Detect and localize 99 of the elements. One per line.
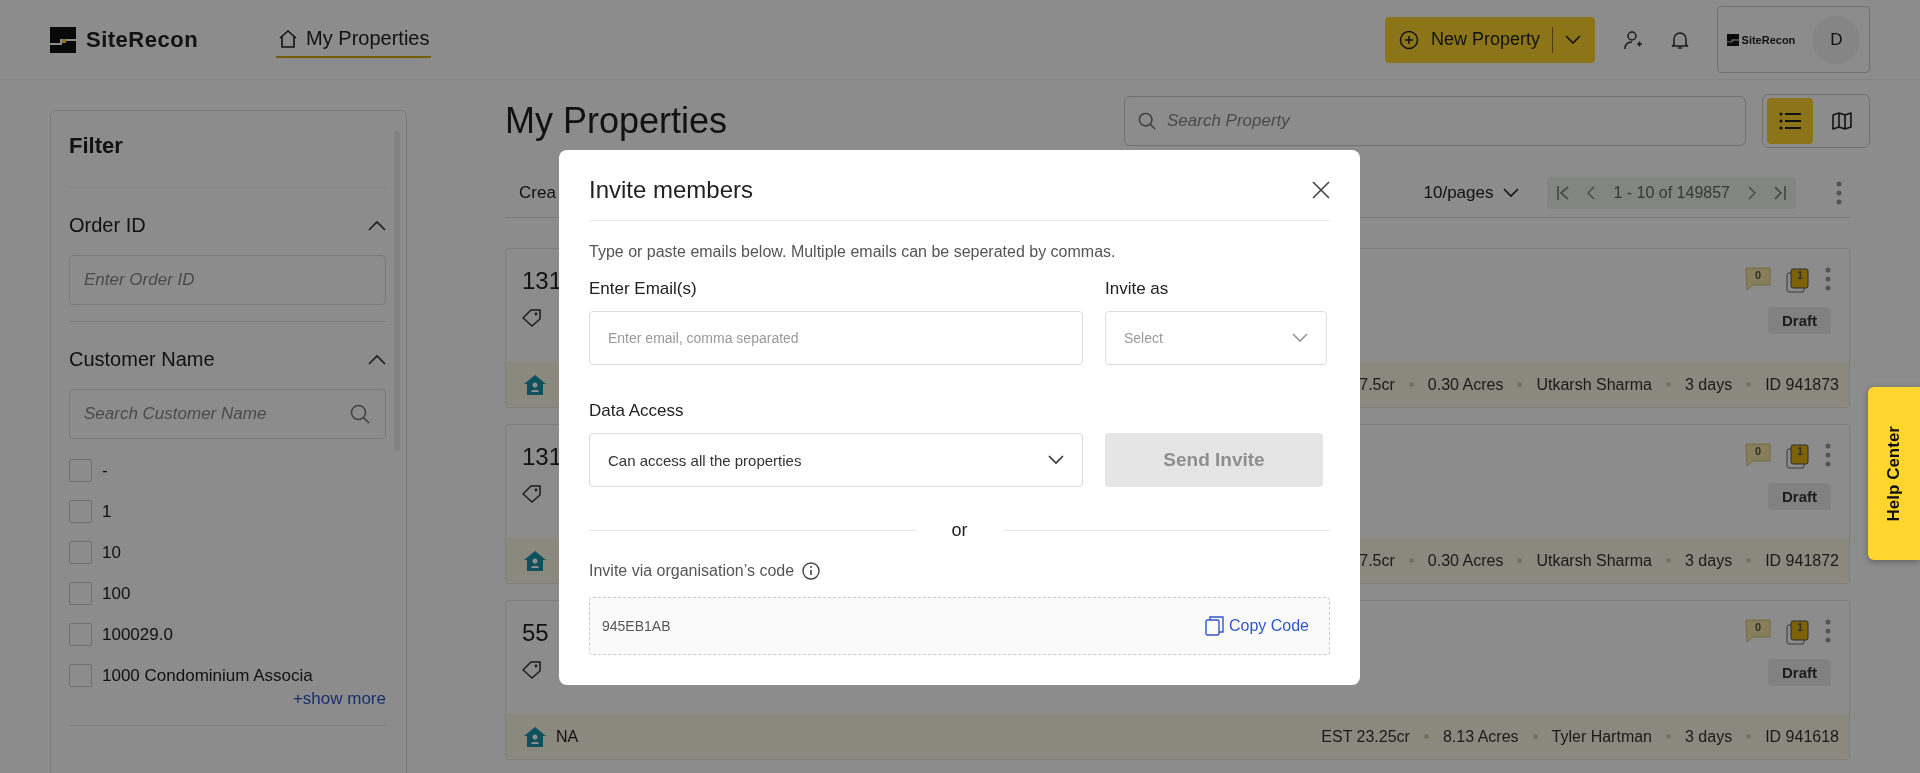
logo-icon	[50, 26, 76, 53]
page-title: My Properties	[505, 100, 728, 142]
caret-icon	[1565, 34, 1581, 45]
show-more-link[interactable]: +show more	[292, 689, 386, 709]
checkbox-label: 100	[102, 583, 131, 604]
field-label: Enter Email(s)	[589, 278, 698, 300]
filter-section-title: Order ID	[69, 214, 146, 237]
copy-code-button[interactable]: Copy Code	[1204, 616, 1309, 636]
more-icon[interactable]	[1825, 443, 1831, 467]
checkbox-label: 100029.0	[102, 624, 173, 645]
property-detail: 8.13 Acres	[1442, 727, 1519, 746]
search-field[interactable]: Search Property	[1124, 96, 1746, 146]
status-chip: Draft	[1768, 659, 1831, 686]
checkbox-label: 1	[102, 501, 112, 522]
property-detail: 0.30 Acres	[1427, 551, 1504, 570]
status-chip: Draft	[1768, 483, 1831, 510]
property-detail: 7.5cr	[1359, 375, 1395, 394]
property-detail: EST 23.25cr	[1321, 727, 1410, 746]
help-center-tab[interactable]: Help Center	[1868, 387, 1920, 560]
property-detail: 0.30 Acres	[1427, 375, 1504, 394]
property-detail: Tyler Hartman	[1551, 727, 1652, 746]
checkbox[interactable]	[69, 500, 92, 523]
checkbox[interactable]	[69, 459, 92, 482]
avatar[interactable]: D	[1812, 15, 1861, 64]
property-detail: 3 days	[1685, 551, 1733, 570]
last-page-icon[interactable]	[1774, 185, 1786, 200]
customer-search-field[interactable]: Search Customer Name	[69, 389, 386, 439]
organization-menu[interactable]: SiteRecon D	[1717, 6, 1870, 73]
home-icon	[278, 28, 299, 49]
property-detail: 7.5cr	[1359, 551, 1395, 570]
page-range: 1 - 10 of 149857	[1613, 183, 1730, 202]
filter-section-title: Customer Name	[69, 348, 215, 371]
plus-circle-icon	[1398, 29, 1419, 50]
code-label: Invite via organisation’s code	[589, 561, 795, 581]
property-detail: ID 941873	[1765, 375, 1839, 394]
tag-icon[interactable]	[522, 485, 542, 503]
data-access-select[interactable]: Can access all the properties	[589, 433, 1083, 487]
more-icon[interactable]	[1836, 180, 1842, 205]
field-label: Data Access	[589, 400, 685, 422]
checkbox-label: -	[102, 460, 108, 481]
info-icon[interactable]	[802, 562, 821, 580]
previous-page-icon[interactable]	[1587, 185, 1596, 200]
organisation-code: 945EB1AB	[602, 618, 671, 634]
property-title: 131	[522, 267, 563, 295]
org-logo: SiteRecon	[1726, 33, 1796, 46]
property-detail: Utkarsh Sharma	[1536, 375, 1652, 394]
page-size-select[interactable]: 10/pages	[1417, 181, 1526, 204]
status-chip: Draft	[1768, 307, 1831, 334]
tag-icon[interactable]	[522, 309, 542, 327]
property-detail: Utkarsh Sharma	[1536, 551, 1652, 570]
add-user-icon[interactable]	[1623, 29, 1643, 50]
more-icon[interactable]	[1825, 267, 1831, 291]
chevron-down-icon	[1503, 187, 1520, 198]
checkbox[interactable]	[69, 664, 92, 687]
chevron-up-icon[interactable]	[368, 220, 386, 231]
property-detail: ID 941872	[1765, 551, 1839, 570]
divider-text: or	[951, 519, 968, 542]
view-toggle-button[interactable]	[1767, 98, 1813, 144]
sort-label: Crea	[519, 182, 556, 203]
email-field[interactable]: Enter email, comma separated	[589, 311, 1083, 365]
close-button[interactable]	[1312, 181, 1330, 199]
checkbox[interactable]	[69, 541, 92, 564]
property-label: NA	[556, 727, 579, 746]
comment-count-badge[interactable]: 0	[1745, 619, 1771, 643]
logo-text: SiteRecon	[86, 26, 199, 53]
checkbox-label: 10	[102, 542, 121, 563]
search-icon	[350, 404, 370, 424]
chevron-up-icon[interactable]	[368, 354, 386, 365]
field-label: Invite as	[1105, 278, 1170, 300]
chevron-down-icon	[1292, 333, 1308, 343]
next-page-icon[interactable]	[1748, 185, 1756, 200]
tag-icon[interactable]	[522, 661, 542, 679]
new-property-button[interactable]: New Property	[1384, 16, 1595, 63]
nav-tab[interactable]: My Properties	[276, 21, 432, 58]
order-id-field[interactable]: Enter Order ID	[69, 255, 386, 305]
home-icon	[524, 374, 546, 395]
property-detail: ID 941618	[1765, 727, 1839, 746]
property-detail: 3 days	[1685, 727, 1733, 746]
checkbox[interactable]	[69, 582, 92, 605]
home-icon	[524, 550, 546, 571]
chevron-down-icon	[1048, 455, 1064, 465]
dialog-title: Invite members	[589, 176, 754, 204]
copy-icon	[1204, 616, 1225, 636]
checkbox[interactable]	[69, 623, 92, 646]
property-detail: 3 days	[1685, 375, 1733, 394]
more-icon[interactable]	[1825, 619, 1831, 643]
role-select[interactable]: Select	[1105, 311, 1327, 365]
dialog-description: Type or paste emails below. Multiple emails can be seperated by commas.	[589, 242, 1117, 262]
comment-count-badge[interactable]: 0	[1745, 443, 1771, 467]
list-icon	[1779, 112, 1801, 130]
property-title: 131	[522, 443, 563, 471]
property-title: 55	[522, 619, 549, 647]
checkbox-label: 1000 Condominium Associa	[102, 665, 313, 686]
home-icon	[524, 726, 546, 747]
first-page-icon[interactable]	[1557, 185, 1570, 200]
filter-title: Filter	[69, 111, 386, 188]
map-icon	[1832, 111, 1852, 131]
bell-icon[interactable]	[1671, 29, 1689, 50]
comment-count-badge[interactable]: 0	[1745, 267, 1771, 291]
